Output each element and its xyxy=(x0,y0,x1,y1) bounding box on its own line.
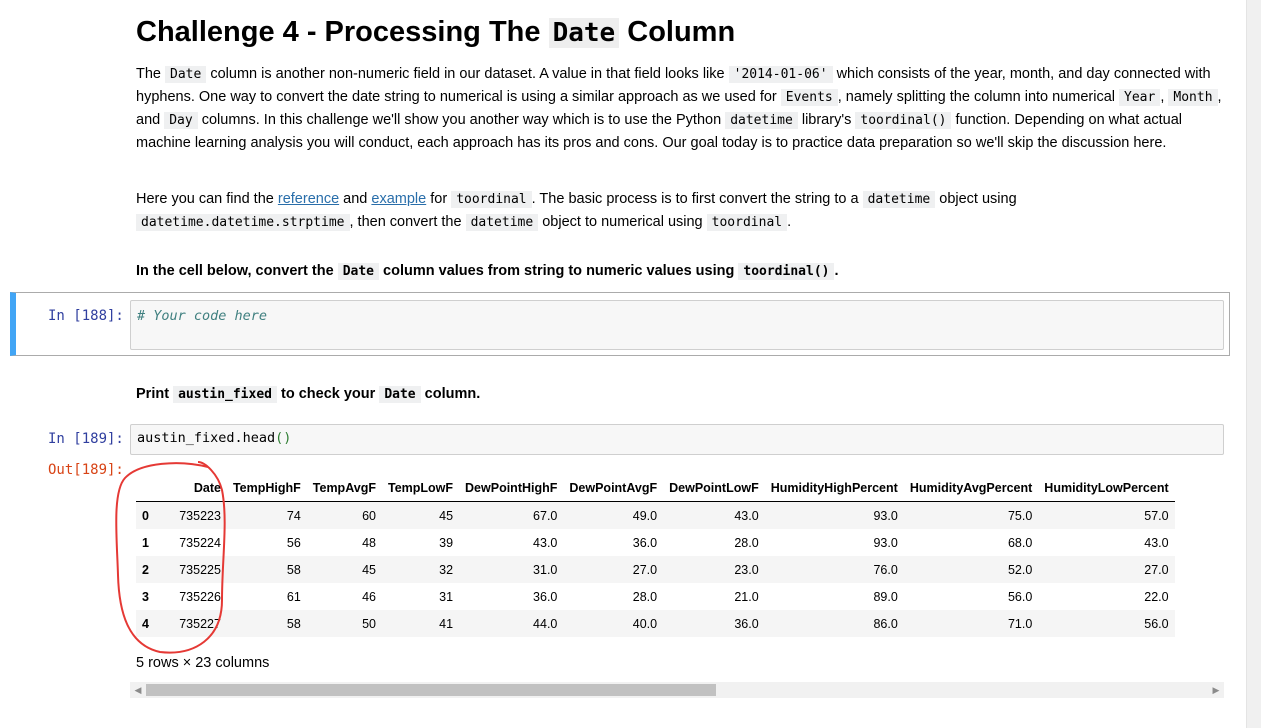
red-annotation-circle xyxy=(115,461,226,654)
scroll-left-icon[interactable]: ◀ xyxy=(130,682,146,698)
output-horizontal-scrollbar[interactable]: ◀ ▶ xyxy=(130,682,1224,698)
scroll-right-icon[interactable]: ▶ xyxy=(1208,682,1224,698)
scrollbar-thumb[interactable] xyxy=(146,684,716,696)
dataframe-shape-summary: 5 rows × 23 columns xyxy=(136,655,270,671)
